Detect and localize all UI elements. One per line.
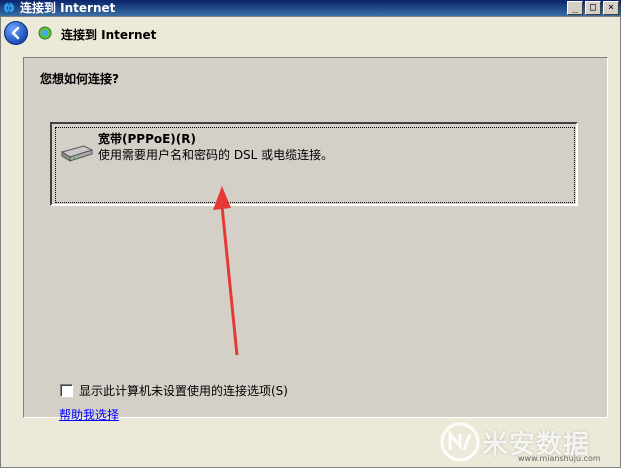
network-icon xyxy=(38,26,52,40)
title-bar: 连接到 Internet _ □ × xyxy=(0,0,621,16)
option-title: 宽带(PPPoE)(R) xyxy=(98,132,197,146)
broadband-pppoe-option[interactable]: 宽带(PPPoE)(R) 使用需要用户名和密码的 DSL 或电缆连接。 xyxy=(50,122,578,206)
modem-icon xyxy=(60,145,94,162)
option-description: 使用需要用户名和密码的 DSL 或电缆连接。 xyxy=(98,148,334,162)
wizard-title: 连接到 Internet xyxy=(61,28,157,42)
maximize-button[interactable]: □ xyxy=(585,1,601,15)
internet-connection-icon xyxy=(3,2,15,14)
wizard-nav-bar: 连接到 Internet xyxy=(1,17,620,49)
show-unset-options-row: 显示此计算机未设置使用的连接选项(S) xyxy=(60,382,288,399)
show-unset-options-checkbox[interactable] xyxy=(60,384,73,397)
back-arrow-icon xyxy=(11,26,20,40)
minimize-button[interactable]: _ xyxy=(567,1,583,15)
watermark-url: www.mianshuju.com xyxy=(518,454,601,463)
wizard-frame: 连接到 Internet 您想如何连接? 宽带(PPPoE)(R) 使用需要用户… xyxy=(0,16,621,468)
annotation-arrow xyxy=(213,186,239,356)
help-me-choose-link[interactable]: 帮助我选择 xyxy=(59,406,119,423)
window-controls: _ □ × xyxy=(567,1,619,15)
window-title: 连接到 Internet xyxy=(20,1,116,15)
wizard-content: 您想如何连接? 宽带(PPPoE)(R) 使用需要用户名和密码的 DSL 或电缆… xyxy=(23,57,608,422)
focus-rectangle: 宽带(PPPoE)(R) 使用需要用户名和密码的 DSL 或电缆连接。 xyxy=(55,127,575,203)
back-button[interactable] xyxy=(4,21,28,45)
page-heading: 您想如何连接? xyxy=(40,72,119,86)
checkbox-label[interactable]: 显示此计算机未设置使用的连接选项(S) xyxy=(79,382,288,399)
close-button[interactable]: × xyxy=(603,1,619,15)
